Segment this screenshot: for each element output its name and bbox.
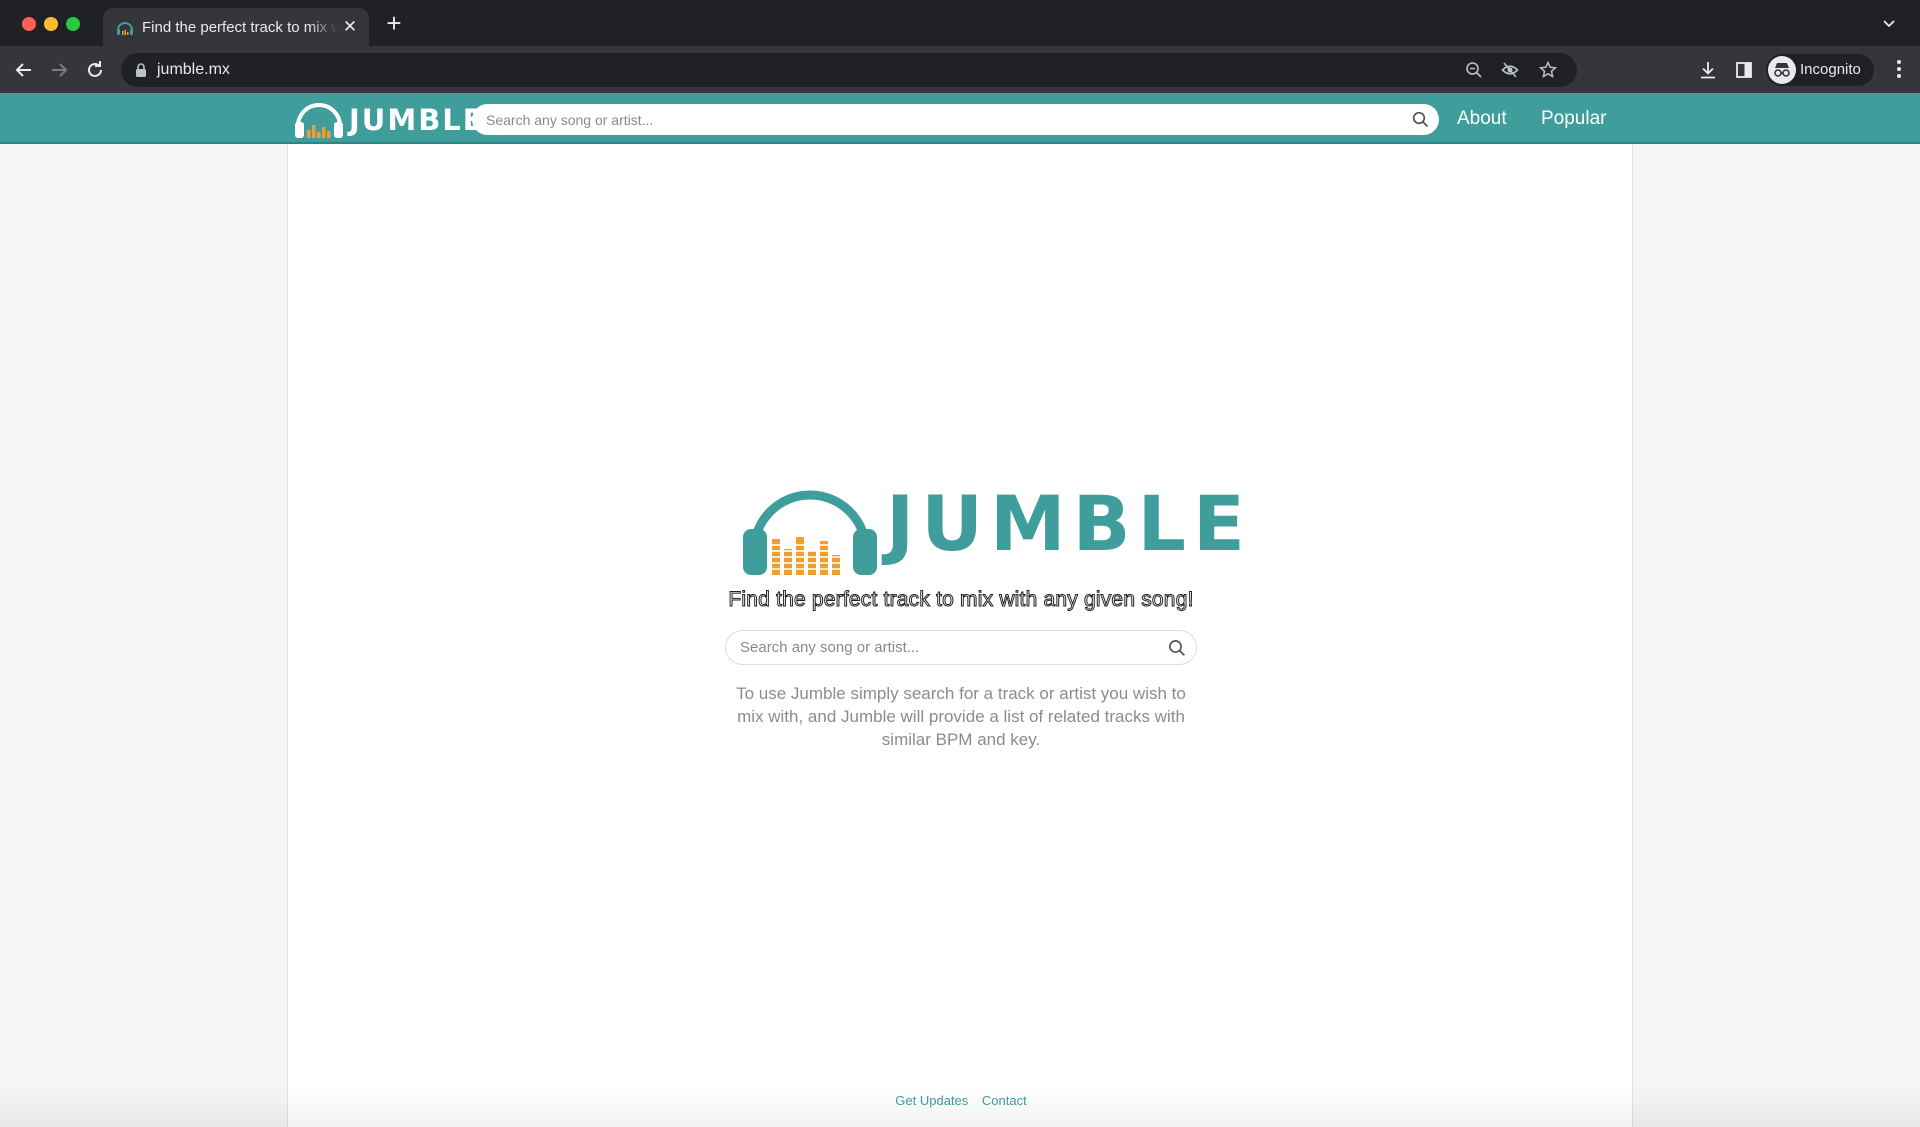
reload-icon[interactable]	[83, 58, 107, 82]
header-logo-text: JUMBLE	[349, 103, 485, 137]
address-bar[interactable]: jumble.mx	[121, 53, 1577, 87]
chevron-down-icon[interactable]	[1882, 16, 1896, 30]
nav-about-link[interactable]: About	[1457, 108, 1507, 130]
window-close-button[interactable]	[22, 17, 36, 31]
header-logo[interactable]: JUMBLE	[293, 98, 483, 140]
plus-icon[interactable]: +	[383, 10, 405, 36]
footer: Get Updates Contact	[288, 1093, 1634, 1108]
forward-icon[interactable]	[47, 58, 71, 82]
close-icon[interactable]: ✕	[341, 18, 359, 36]
browser-tab[interactable]: Find the perfect track to mix with any g…	[103, 8, 369, 46]
eye-off-icon[interactable]	[1501, 61, 1519, 79]
headphones-logo-icon	[295, 103, 343, 138]
download-icon[interactable]	[1698, 60, 1718, 80]
tab-title: Find the perfect track to mix with any g…	[142, 19, 338, 36]
usage-description: To use Jumble simply search for a track …	[736, 684, 1186, 749]
profile-button[interactable]: Incognito	[1766, 54, 1874, 86]
main-search-input[interactable]	[740, 631, 1160, 664]
lock-icon[interactable]	[135, 63, 147, 77]
contact-link[interactable]: Contact	[982, 1093, 1027, 1108]
header-search-input[interactable]	[486, 104, 1386, 135]
url-text: jumble.mx	[157, 61, 230, 78]
browser-toolbar: jumble.mx Incognito	[0, 46, 1920, 93]
main-content: JUMBLE Find the perfect track to mix wit…	[287, 144, 1633, 1127]
site-header: JUMBLE About Popular	[0, 93, 1920, 144]
more-icon[interactable]	[1896, 59, 1902, 79]
search-icon[interactable]	[1168, 639, 1186, 657]
tagline: Find the perfect track to mix with any g…	[728, 588, 1194, 612]
main-search-bar[interactable]	[725, 630, 1197, 665]
hero-logo-text: JUMBLE	[886, 479, 1252, 568]
get-updates-link[interactable]: Get Updates	[895, 1093, 968, 1108]
header-search-bar[interactable]	[472, 104, 1439, 135]
window-maximize-button[interactable]	[66, 17, 80, 31]
zoom-icon[interactable]	[1465, 61, 1483, 79]
window-minimize-button[interactable]	[44, 17, 58, 31]
profile-label: Incognito	[1800, 61, 1861, 78]
star-icon[interactable]	[1539, 61, 1557, 79]
back-icon[interactable]	[12, 58, 36, 82]
headphones-favicon-icon	[117, 22, 133, 35]
search-icon[interactable]	[1412, 111, 1429, 128]
incognito-icon	[1768, 56, 1796, 84]
headphones-logo-icon	[743, 490, 877, 575]
nav-popular-link[interactable]: Popular	[1541, 108, 1607, 130]
browser-tab-bar: Find the perfect track to mix with any g…	[0, 0, 1920, 46]
sidebar-icon[interactable]	[1734, 60, 1754, 80]
